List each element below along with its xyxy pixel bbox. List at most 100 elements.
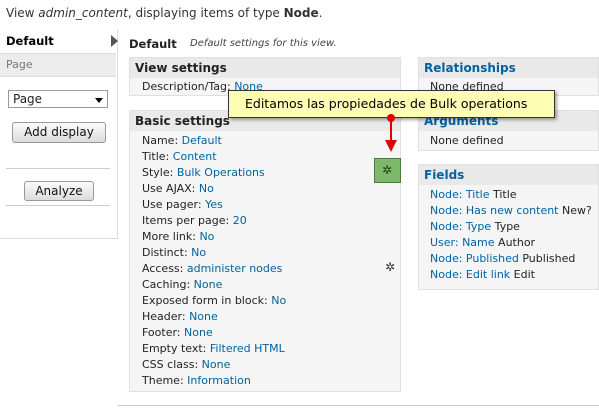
field-label: Title — [489, 188, 517, 201]
setting-label: Use AJAX: — [142, 182, 199, 195]
setting-label: Empty text: — [142, 342, 210, 355]
setting-label: Use pager: — [142, 198, 206, 211]
arrow-down-icon — [385, 140, 397, 152]
setting-label: Footer: — [142, 326, 185, 339]
field-link[interactable]: User: Name — [430, 236, 495, 249]
setting-label: Caching: — [142, 278, 194, 291]
field-label: Type — [491, 220, 520, 233]
gear-icon: ✲ — [382, 163, 393, 177]
arrow-line — [390, 121, 392, 141]
description-tag-label: Description/Tag: — [142, 80, 235, 93]
chevron-down-icon — [95, 98, 103, 103]
setting-row-exposed-form: Exposed form in block: No — [142, 294, 286, 307]
tab-default-label: Default — [6, 34, 54, 48]
display-type-select[interactable]: Page — [8, 90, 108, 108]
setting-value-link[interactable]: Yes — [205, 198, 223, 211]
setting-row-empty-text: Empty text: Filtered HTML — [142, 342, 285, 355]
arguments-value: None defined — [430, 134, 504, 147]
field-label: Author — [494, 236, 536, 249]
triangle-right-icon — [111, 35, 118, 47]
view-name: admin_content — [38, 6, 128, 20]
setting-row-footer: Footer: None — [142, 326, 213, 339]
setting-value-link[interactable]: None — [194, 278, 223, 291]
add-display-button[interactable]: Add display — [12, 122, 106, 143]
view-settings-title: View settings — [135, 61, 227, 75]
field-label: New? — [558, 204, 592, 217]
setting-label: Distinct: — [142, 246, 192, 259]
field-row: Node: Type Type — [430, 220, 520, 233]
view-header: View admin_content, displaying items of … — [6, 6, 322, 20]
setting-row-style: Style: Bulk Operations — [142, 166, 265, 179]
setting-row-header: Header: None — [142, 310, 218, 323]
analyze-button[interactable]: Analyze — [24, 181, 94, 201]
setting-value-link[interactable]: Bulk Operations — [177, 166, 265, 179]
tab-default[interactable]: Default — [0, 30, 117, 52]
fields-title[interactable]: Fields — [424, 168, 464, 182]
setting-value-link[interactable]: No — [191, 246, 206, 259]
fields-header: Fields — [419, 165, 598, 185]
header-middle: , displaying items of type — [127, 6, 284, 20]
setting-label: Header: — [142, 310, 190, 323]
field-link[interactable]: Node: Title — [430, 188, 490, 201]
field-link[interactable]: Node: Edit link — [430, 268, 510, 281]
field-label: Edit — [510, 268, 535, 281]
setting-value-link[interactable]: Filtered HTML — [210, 342, 285, 355]
field-row: User: Name Author — [430, 236, 535, 249]
setting-label: Title: — [142, 150, 173, 163]
style-settings-button[interactable]: ✲ — [374, 158, 401, 183]
header-prefix: View — [6, 6, 39, 20]
display-type-value: Page — [13, 92, 43, 106]
field-link[interactable]: Node: Type — [430, 220, 491, 233]
setting-value-link[interactable]: None — [189, 310, 218, 323]
setting-label: CSS class: — [142, 358, 202, 371]
setting-row-use-pager: Use pager: Yes — [142, 198, 223, 211]
setting-value-link[interactable]: None — [184, 326, 213, 339]
setting-label: Access: — [142, 262, 187, 275]
setting-row-distinct: Distinct: No — [142, 246, 206, 259]
tab-page-label: Page — [6, 58, 33, 71]
item-type: Node — [283, 6, 319, 20]
tab-page[interactable]: Page — [0, 53, 116, 77]
annotation-text: Editamos las propiedades de Bulk operati… — [245, 96, 528, 111]
field-label: Published — [518, 252, 576, 265]
display-title: Default — [129, 37, 177, 51]
setting-row-use-ajax: Use AJAX: No — [142, 182, 214, 195]
field-link[interactable]: Node: Has new content — [430, 204, 559, 217]
setting-value-link[interactable]: No — [271, 294, 286, 307]
header-suffix: . — [318, 6, 323, 20]
setting-value-link[interactable]: Content — [173, 150, 217, 163]
setting-value-link[interactable]: 20 — [233, 214, 247, 227]
setting-label: Exposed form in block: — [142, 294, 272, 307]
setting-value-link[interactable]: administer nodes — [187, 262, 283, 275]
setting-label: Style: — [142, 166, 177, 179]
field-link[interactable]: Node: Published — [430, 252, 519, 265]
setting-row-access: Access: administer nodes — [142, 262, 282, 275]
setting-value-link[interactable]: No — [199, 182, 214, 195]
basic-settings-title: Basic settings — [135, 114, 230, 128]
divider — [118, 405, 599, 406]
setting-row-name: Name: Default — [142, 134, 222, 147]
setting-label: Theme: — [142, 374, 188, 387]
display-description: Default settings for this view. — [190, 38, 337, 49]
relationships-header: Relationships — [419, 58, 598, 78]
gear-icon[interactable]: ✲ — [385, 261, 395, 273]
setting-row-caching: Caching: None — [142, 278, 222, 291]
field-row: Node: Published Published — [430, 252, 575, 265]
relationships-title[interactable]: Relationships — [424, 61, 516, 75]
setting-row-items-per-page: Items per page: 20 — [142, 214, 247, 227]
setting-value-link[interactable]: No — [199, 230, 214, 243]
setting-label: Name: — [142, 134, 182, 147]
setting-row-css-class: CSS class: None — [142, 358, 230, 371]
setting-value-link[interactable]: Information — [187, 374, 251, 387]
setting-label: Items per page: — [142, 214, 233, 227]
setting-label: More link: — [142, 230, 200, 243]
field-row: Node: Has new content New? — [430, 204, 592, 217]
setting-value-link[interactable]: Default — [182, 134, 222, 147]
field-row: Node: Title Title — [430, 188, 517, 201]
setting-row-title: Title: Content — [142, 150, 217, 163]
view-settings-header: View settings — [130, 58, 400, 78]
setting-row-theme: Theme: Information — [142, 374, 251, 387]
setting-value-link[interactable]: None — [202, 358, 231, 371]
field-row: Node: Edit link Edit — [430, 268, 535, 281]
setting-row-more-link: More link: No — [142, 230, 214, 243]
